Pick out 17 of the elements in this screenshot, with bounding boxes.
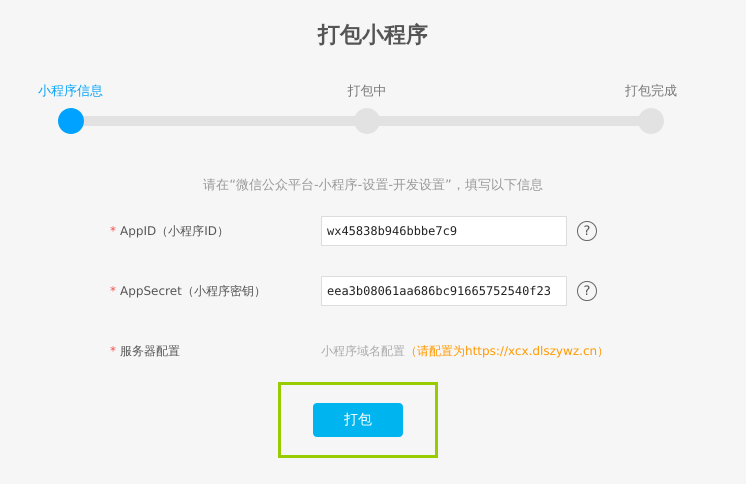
field-label: AppID（小程序ID）	[120, 222, 230, 240]
hint-text: 小程序域名配置	[321, 344, 405, 358]
field-label: AppSecret（小程序密钥）	[120, 282, 266, 300]
help-icon[interactable]: ?	[577, 221, 597, 241]
step-label: 打包完成	[625, 83, 677, 100]
required-marker: *	[110, 224, 116, 238]
help-icon[interactable]: ?	[577, 281, 597, 301]
instruction-text: 请在“微信公众平台-小程序-设置-开发设置”，填写以下信息	[203, 178, 543, 193]
field-label: 服务器配置	[120, 342, 180, 360]
step-label: 打包中	[348, 83, 386, 100]
input-field[interactable]: eea3b08061aa686bc91665752540f23	[321, 276, 567, 306]
page-title: 打包小程序	[316, 22, 429, 50]
note-text: （请配置为https://xcx.dlszywz.cn）	[405, 344, 610, 358]
step-label: 小程序信息	[38, 83, 103, 100]
required-marker: *	[110, 344, 116, 358]
input-field[interactable]: wx45838b946bbbe7c9	[321, 216, 567, 246]
required-marker: *	[110, 284, 116, 298]
